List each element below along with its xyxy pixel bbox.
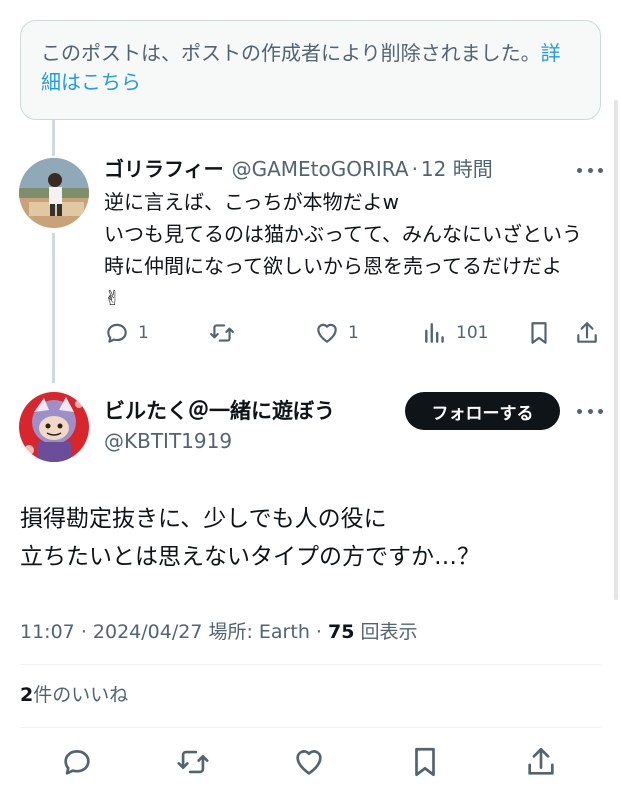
separator: · [411, 157, 418, 181]
follow-button[interactable]: フォローする [405, 392, 560, 430]
bookmark-icon [531, 322, 547, 344]
deleted-post-notice: このポストは、ポストの作成者により削除されました。詳細はこちら [20, 20, 601, 120]
reply-actions: 1 1 101 [102, 320, 602, 352]
divider [20, 727, 601, 728]
reply-button[interactable]: 1 [104, 320, 149, 346]
view-count: 75 [328, 621, 355, 643]
meta-separator: · [80, 621, 87, 643]
scrollbar[interactable] [614, 100, 618, 600]
like-count: 1 [348, 323, 359, 343]
more-icon[interactable] [577, 166, 603, 174]
repost-icon [177, 750, 209, 774]
likes-label: 件のいいね [33, 684, 129, 706]
thread-line [52, 120, 55, 156]
like-icon [317, 323, 337, 343]
bookmark-button[interactable] [526, 320, 552, 346]
views-button[interactable]: 101 [422, 320, 488, 346]
bookmark-icon [415, 747, 435, 777]
like-icon [296, 750, 322, 775]
share-button[interactable] [524, 745, 558, 779]
like-button[interactable] [292, 745, 326, 779]
reply-post[interactable]: ゴリラフィー @GAMEtoGORIRA · 12 時間 逆に言えば、こっちが本… [104, 154, 604, 314]
reply-author-handle[interactable]: @GAMEtoGORIRA [232, 154, 409, 184]
share-icon [577, 322, 597, 343]
reply-timestamp[interactable]: 12 時間 [421, 154, 493, 184]
share-button[interactable] [574, 320, 600, 346]
thread-line [52, 233, 55, 383]
post-location[interactable]: 場所: Earth [208, 621, 309, 643]
main-post-actions [0, 745, 621, 781]
main-post-avatar[interactable] [19, 392, 89, 462]
repost-button[interactable] [209, 320, 235, 346]
likes-count: 2 [20, 684, 34, 706]
post-time[interactable]: 11:07 [20, 621, 75, 643]
reply-avatar[interactable] [19, 158, 89, 228]
reply-icon [107, 323, 127, 343]
reply-body: 逆に言えば、こっちが本物だよw いつも見てるのは猫かぶってて、みんなにいざという… [104, 190, 582, 310]
share-icon [528, 747, 554, 775]
reply-author-name[interactable]: ゴリラフィー [104, 154, 224, 184]
likes-summary[interactable]: 2件のいいね [20, 680, 128, 710]
divider [20, 664, 601, 665]
view-count: 101 [456, 323, 489, 343]
repost-button[interactable] [176, 745, 210, 779]
post-date[interactable]: 2024/04/27 [93, 621, 203, 643]
meta-separator: · [315, 621, 322, 643]
reply-icon [64, 750, 90, 775]
more-icon[interactable] [577, 407, 603, 415]
reply-header: ゴリラフィー @GAMEtoGORIRA · 12 時間 [104, 154, 604, 184]
like-button[interactable]: 1 [314, 320, 359, 346]
views-icon [425, 323, 444, 343]
bookmark-button[interactable] [408, 745, 442, 779]
main-post-author-handle[interactable]: @KBTIT1919 [104, 426, 232, 456]
reply-button[interactable] [60, 745, 94, 779]
deleted-notice-text: このポストは、ポストの作成者により削除されました。 [41, 41, 541, 65]
main-post-text: 損得勘定抜きに、少しでも人の役に 立ちたいとは思えないタイプの方ですか…？ [20, 506, 480, 570]
views-label: 回表示 [360, 621, 418, 643]
repost-icon [210, 324, 234, 342]
post-meta: 11:07 · 2024/04/27 場所: Earth · 75 回表示 [20, 617, 418, 647]
reply-count: 1 [138, 323, 149, 343]
main-post-author-name[interactable]: ビルたく＠一緒に遊ぼう [104, 396, 335, 426]
